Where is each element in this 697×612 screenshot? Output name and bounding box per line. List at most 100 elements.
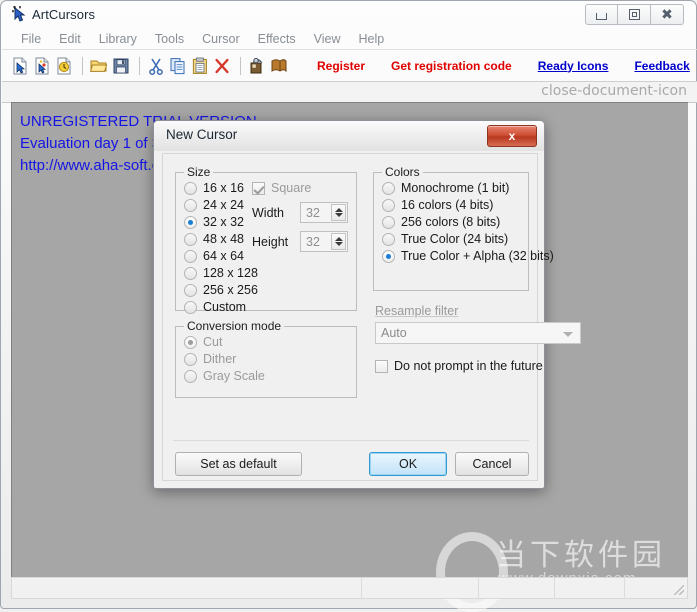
- size-option-custom[interactable]: Custom: [184, 300, 258, 314]
- menu-item-library[interactable]: Library: [90, 30, 146, 48]
- do-not-prompt-label: Do not prompt in the future: [394, 359, 543, 373]
- size-option-128[interactable]: 128 x 128: [184, 266, 258, 280]
- feedback-link[interactable]: Feedback: [634, 59, 689, 73]
- conversion-option-grayscale[interactable]: Gray Scale: [184, 369, 265, 383]
- conversion-option-dither[interactable]: Dither: [184, 352, 265, 366]
- size-group: Size 16 x 16 24 x 24 32 x 32 48 x 48 64 …: [175, 165, 357, 314]
- register-link[interactable]: Register: [317, 59, 365, 73]
- copy-icon[interactable]: [168, 56, 188, 76]
- color-option-truecolor-alpha[interactable]: True Color + Alpha (32 bits): [382, 249, 554, 263]
- library-icon[interactable]: [269, 56, 289, 76]
- save-icon[interactable]: [111, 56, 131, 76]
- radio-icon: [184, 300, 197, 314]
- application-window: ArtCursors ✖ File Edit Library Tools Cur…: [0, 0, 697, 612]
- size-option-label: 16 x 16: [203, 181, 245, 195]
- do-not-prompt-checkbox[interactable]: Do not prompt in the future: [375, 359, 543, 373]
- size-option-label: 32 x 32: [203, 215, 245, 229]
- menu-item-effects[interactable]: Effects: [249, 30, 305, 48]
- radio-icon: [184, 266, 197, 280]
- menu-item-edit[interactable]: Edit: [50, 30, 90, 48]
- cancel-button[interactable]: Cancel: [455, 452, 529, 476]
- height-label: Height: [252, 235, 289, 249]
- width-value: 32: [306, 205, 320, 220]
- size-option-64[interactable]: 64 x 64: [184, 249, 258, 263]
- resize-grip-icon[interactable]: [674, 585, 684, 595]
- radio-icon: [184, 335, 197, 349]
- minimize-button[interactable]: [585, 4, 618, 25]
- radio-icon: [184, 283, 197, 297]
- dialog-title-bar: New Cursor x: [154, 121, 544, 151]
- chevron-down-icon[interactable]: [334, 242, 343, 246]
- status-pane-main: [12, 578, 362, 598]
- cursor-icon: [11, 6, 29, 24]
- width-spin-buttons[interactable]: [331, 204, 346, 221]
- size-option-label: 48 x 48: [203, 232, 245, 246]
- radio-icon: [382, 232, 395, 246]
- height-spin-buttons[interactable]: [331, 233, 346, 250]
- get-registration-code-link[interactable]: Get registration code: [391, 59, 512, 73]
- chevron-up-icon[interactable]: [334, 208, 343, 212]
- open-icon[interactable]: [89, 56, 109, 76]
- radio-icon: [184, 369, 197, 383]
- height-value: 32: [306, 234, 320, 249]
- height-stepper[interactable]: 32: [300, 231, 348, 252]
- size-option-16[interactable]: 16 x 16: [184, 181, 258, 195]
- color-option-256[interactable]: 256 colors (8 bits): [382, 215, 554, 229]
- dialog-separator: [173, 440, 529, 441]
- delete-icon[interactable]: [212, 56, 232, 76]
- chevron-up-icon[interactable]: [334, 237, 343, 241]
- menu-item-file[interactable]: File: [12, 30, 50, 48]
- close-icon: ✖: [661, 6, 673, 23]
- toolbar-separator: [240, 56, 241, 75]
- menu-item-view[interactable]: View: [305, 30, 350, 48]
- radio-icon: [184, 215, 197, 229]
- dialog-body: Size 16 x 16 24 x 24 32 x 32 48 x 48 64 …: [162, 153, 581, 481]
- color-option-16[interactable]: 16 colors (4 bits): [382, 198, 554, 212]
- resample-filter-select[interactable]: Auto: [375, 322, 581, 344]
- menu-item-tools[interactable]: Tools: [146, 30, 193, 48]
- conversion-option-label: Dither: [203, 352, 237, 366]
- title-bar: ArtCursors ✖: [2, 2, 697, 28]
- new-animated-icon[interactable]: [54, 56, 74, 76]
- square-checkbox[interactable]: Square: [252, 181, 311, 195]
- menu-item-cursor[interactable]: Cursor: [193, 30, 249, 48]
- resample-filter-label: Resample filter: [375, 304, 459, 318]
- conversion-mode-group: Conversion mode Cut Dither Gray Scale: [175, 319, 357, 398]
- color-option-monochrome[interactable]: Monochrome (1 bit): [382, 181, 554, 195]
- conversion-mode-label: Conversion mode: [184, 319, 285, 333]
- size-group-label: Size: [184, 165, 214, 179]
- mdi-tab-strip: close-document-icon: [2, 82, 697, 103]
- radio-icon: [184, 181, 197, 195]
- size-option-256[interactable]: 256 x 256: [184, 283, 258, 297]
- size-option-24[interactable]: 24 x 24: [184, 198, 258, 212]
- close-document-icon[interactable]: close-document-icon: [541, 84, 687, 98]
- width-stepper[interactable]: 32: [300, 202, 348, 223]
- dialog-close-button[interactable]: x: [487, 125, 537, 147]
- conversion-option-cut[interactable]: Cut: [184, 335, 265, 349]
- minimize-icon: [596, 13, 607, 20]
- conversion-option-label: Cut: [203, 335, 223, 349]
- window-title: ArtCursors: [32, 7, 96, 22]
- paste-icon[interactable]: [190, 56, 210, 76]
- new-cursor-icon[interactable]: [10, 56, 30, 76]
- menu-item-help[interactable]: Help: [349, 30, 393, 48]
- maximize-icon: [628, 9, 640, 20]
- size-option-48[interactable]: 48 x 48: [184, 232, 258, 246]
- maximize-button[interactable]: [618, 4, 651, 25]
- size-option-32[interactable]: 32 x 32: [184, 215, 258, 229]
- ready-icons-link[interactable]: Ready Icons: [538, 59, 609, 73]
- color-option-truecolor[interactable]: True Color (24 bits): [382, 232, 554, 246]
- new-cursor-dialog: New Cursor x Size 16 x 16 24 x 24 32 x 3…: [153, 120, 581, 489]
- ok-button[interactable]: OK: [369, 452, 447, 476]
- colors-group: Colors Monochrome (1 bit) 16 colors (4 b…: [373, 165, 554, 291]
- set-as-default-button[interactable]: Set as default: [175, 452, 302, 476]
- size-option-label: 64 x 64: [203, 249, 245, 263]
- new-from-image-icon[interactable]: [32, 56, 52, 76]
- chevron-down-icon[interactable]: [334, 213, 343, 217]
- size-option-label: Custom: [203, 300, 247, 314]
- close-button[interactable]: ✖: [651, 4, 684, 25]
- cut-icon[interactable]: [146, 56, 166, 76]
- size-option-label: 256 x 256: [203, 283, 258, 297]
- capture-icon[interactable]: [247, 56, 267, 76]
- resample-filter-value: Auto: [381, 326, 407, 340]
